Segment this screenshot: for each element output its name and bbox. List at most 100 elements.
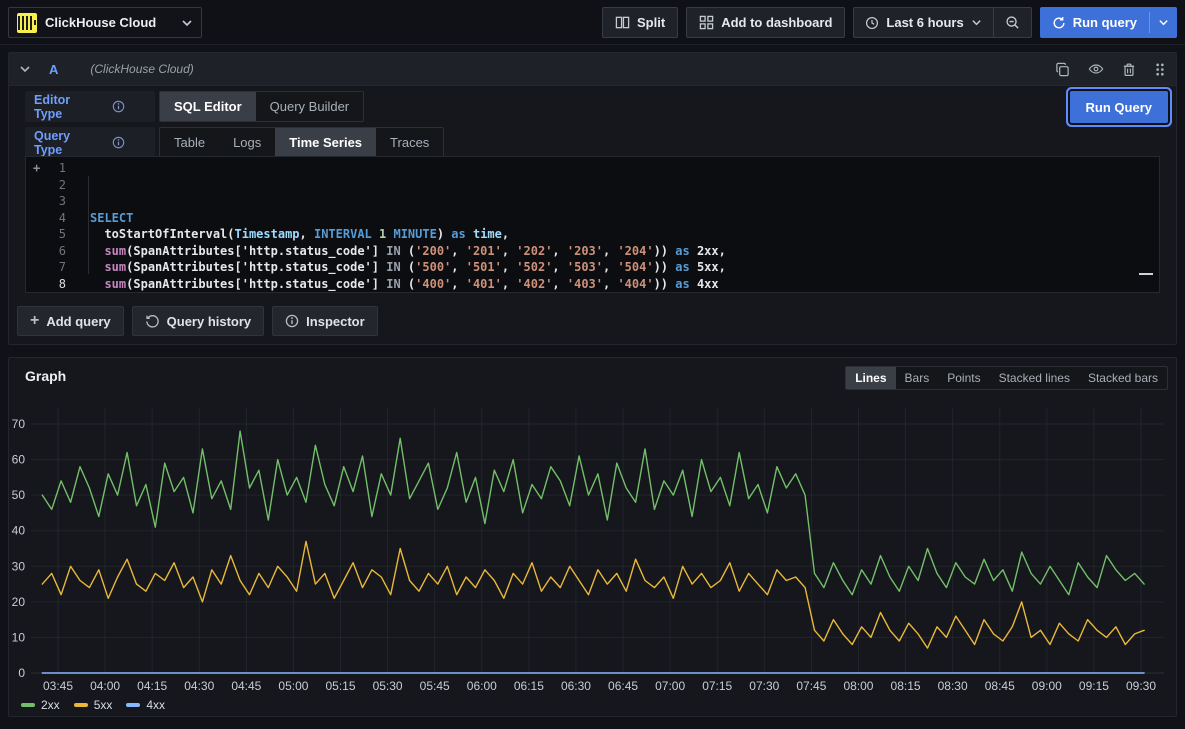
history-icon xyxy=(145,314,160,329)
run-query-label: Run query xyxy=(1073,15,1137,30)
option-sql-editor[interactable]: SQL Editor xyxy=(160,92,256,121)
legend-item-2xx[interactable]: 2xx xyxy=(21,698,60,712)
query-ref-id[interactable]: A xyxy=(49,62,58,77)
expand-query-plus-icon[interactable]: + xyxy=(33,160,40,177)
svg-text:03:45: 03:45 xyxy=(43,679,73,693)
info-circle-icon xyxy=(90,136,146,149)
time-range-label: Last 6 hours xyxy=(886,15,963,30)
series-line-5xx xyxy=(42,541,1144,648)
query-editor-panel: A (ClickHouse Cloud) Editor Type SQL Edi… xyxy=(8,52,1177,345)
svg-text:08:15: 08:15 xyxy=(891,679,921,693)
info-circle-icon xyxy=(285,314,299,328)
svg-text:05:15: 05:15 xyxy=(326,679,356,693)
legend-label: 4xx xyxy=(146,698,165,712)
svg-text:06:15: 06:15 xyxy=(514,679,544,693)
clock-icon xyxy=(865,16,879,30)
svg-text:07:45: 07:45 xyxy=(796,679,826,693)
editor-type-label: Editor Type xyxy=(25,91,155,122)
apps-grid-icon xyxy=(699,15,714,30)
legend-color-dash xyxy=(21,703,35,707)
svg-text:70: 70 xyxy=(12,417,26,431)
code-line: toStartOfInterval(Timestamp, INTERVAL 1 … xyxy=(84,226,1159,243)
drag-handle[interactable] xyxy=(1154,62,1166,77)
svg-text:50: 50 xyxy=(12,488,26,502)
graph-panel: Graph LinesBarsPointsStacked linesStacke… xyxy=(8,357,1177,717)
svg-text:04:30: 04:30 xyxy=(184,679,214,693)
code-line: SELECT xyxy=(84,210,1159,227)
legend-item-5xx[interactable]: 5xx xyxy=(74,698,113,712)
chart-legend: 2xx 5xx 4xx xyxy=(21,698,165,712)
add-to-dashboard-label: Add to dashboard xyxy=(721,15,832,30)
svg-text:08:00: 08:00 xyxy=(843,679,873,693)
svg-text:20: 20 xyxy=(12,595,26,609)
chevron-down-icon xyxy=(971,17,982,28)
svg-text:07:30: 07:30 xyxy=(749,679,779,693)
svg-text:09:15: 09:15 xyxy=(1079,679,1109,693)
toggle-visibility-eye-icon[interactable] xyxy=(1088,62,1104,76)
option-logs[interactable]: Logs xyxy=(219,128,275,157)
svg-text:06:00: 06:00 xyxy=(467,679,497,693)
zoom-out-button[interactable] xyxy=(994,8,1031,37)
query-history-button[interactable]: Query history xyxy=(132,306,265,336)
zoom-out-icon xyxy=(1005,15,1020,30)
plus-icon: + xyxy=(30,312,39,330)
inspector-button[interactable]: Inspector xyxy=(272,306,378,336)
line-number: 1+ xyxy=(26,160,84,177)
svg-text:07:15: 07:15 xyxy=(702,679,732,693)
query-row-header: A (ClickHouse Cloud) xyxy=(9,53,1176,86)
code-line: sum(SpanAttributes['http.status_code'] I… xyxy=(84,259,1159,276)
option-time-series[interactable]: Time Series xyxy=(275,128,376,157)
run-query-dropdown[interactable] xyxy=(1150,7,1177,38)
svg-text:08:30: 08:30 xyxy=(938,679,968,693)
run-query-split-button: Run query xyxy=(1040,7,1177,38)
svg-text:60: 60 xyxy=(12,453,26,467)
line-number: 8 xyxy=(26,276,84,293)
datasource-label: ClickHouse Cloud xyxy=(45,15,181,30)
svg-text:04:45: 04:45 xyxy=(231,679,261,693)
legend-color-dash xyxy=(74,703,88,707)
query-datasource-hint: (ClickHouse Cloud) xyxy=(90,62,193,76)
split-icon xyxy=(615,15,630,30)
legend-item-4xx[interactable]: 4xx xyxy=(126,698,165,712)
line-number: 4 xyxy=(26,210,84,227)
option-query-builder[interactable]: Query Builder xyxy=(256,92,363,121)
line-number: 5 xyxy=(26,226,84,243)
line-number: 2 xyxy=(26,177,84,194)
legend-label: 5xx xyxy=(94,698,113,712)
series-line-2xx xyxy=(42,431,1144,595)
legend-label: 2xx xyxy=(41,698,60,712)
run-query-button[interactable]: Run query xyxy=(1040,7,1149,38)
line-number: 7 xyxy=(26,259,84,276)
editor-gutter: 1+2345678 xyxy=(26,157,84,292)
run-query-panel-button[interactable]: Run Query xyxy=(1070,91,1168,123)
svg-text:05:30: 05:30 xyxy=(373,679,403,693)
svg-text:08:45: 08:45 xyxy=(985,679,1015,693)
svg-text:04:15: 04:15 xyxy=(137,679,167,693)
indent-guide xyxy=(88,176,89,274)
code-line: FROM "default"."otel_traces" WHERE ( Spa… xyxy=(84,292,1159,293)
split-label: Split xyxy=(637,15,665,30)
query-type-toggle: TableLogsTime SeriesTraces xyxy=(159,127,444,158)
refresh-icon xyxy=(1052,16,1066,30)
collapse-chevron-icon[interactable] xyxy=(19,63,31,75)
line-number: 3 xyxy=(26,193,84,210)
duplicate-query-icon[interactable] xyxy=(1055,62,1070,77)
chevron-down-icon xyxy=(181,17,193,29)
editor-type-toggle: SQL EditorQuery Builder xyxy=(159,91,364,122)
sql-code-editor[interactable]: 1+2345678 SELECT toStartOfInterval(Times… xyxy=(25,156,1160,293)
split-button[interactable]: Split xyxy=(602,7,678,38)
add-to-dashboard-button[interactable]: Add to dashboard xyxy=(686,7,845,38)
svg-text:06:45: 06:45 xyxy=(608,679,638,693)
datasource-picker[interactable]: ClickHouse Cloud xyxy=(8,7,202,38)
option-traces[interactable]: Traces xyxy=(376,128,443,157)
delete-query-trash-icon[interactable] xyxy=(1122,62,1136,77)
time-range-picker[interactable]: Last 6 hours xyxy=(854,8,992,37)
svg-text:07:00: 07:00 xyxy=(655,679,685,693)
time-series-chart[interactable]: 01020304050607003:4504:0004:1504:3004:45… xyxy=(9,358,1178,718)
svg-text:09:00: 09:00 xyxy=(1032,679,1062,693)
add-query-button[interactable]: + Add query xyxy=(17,306,124,336)
top-navigation-bar: ClickHouse Cloud Split Add to dashboard … xyxy=(0,0,1185,45)
svg-text:40: 40 xyxy=(12,524,26,538)
svg-text:04:00: 04:00 xyxy=(90,679,120,693)
option-table[interactable]: Table xyxy=(160,128,219,157)
